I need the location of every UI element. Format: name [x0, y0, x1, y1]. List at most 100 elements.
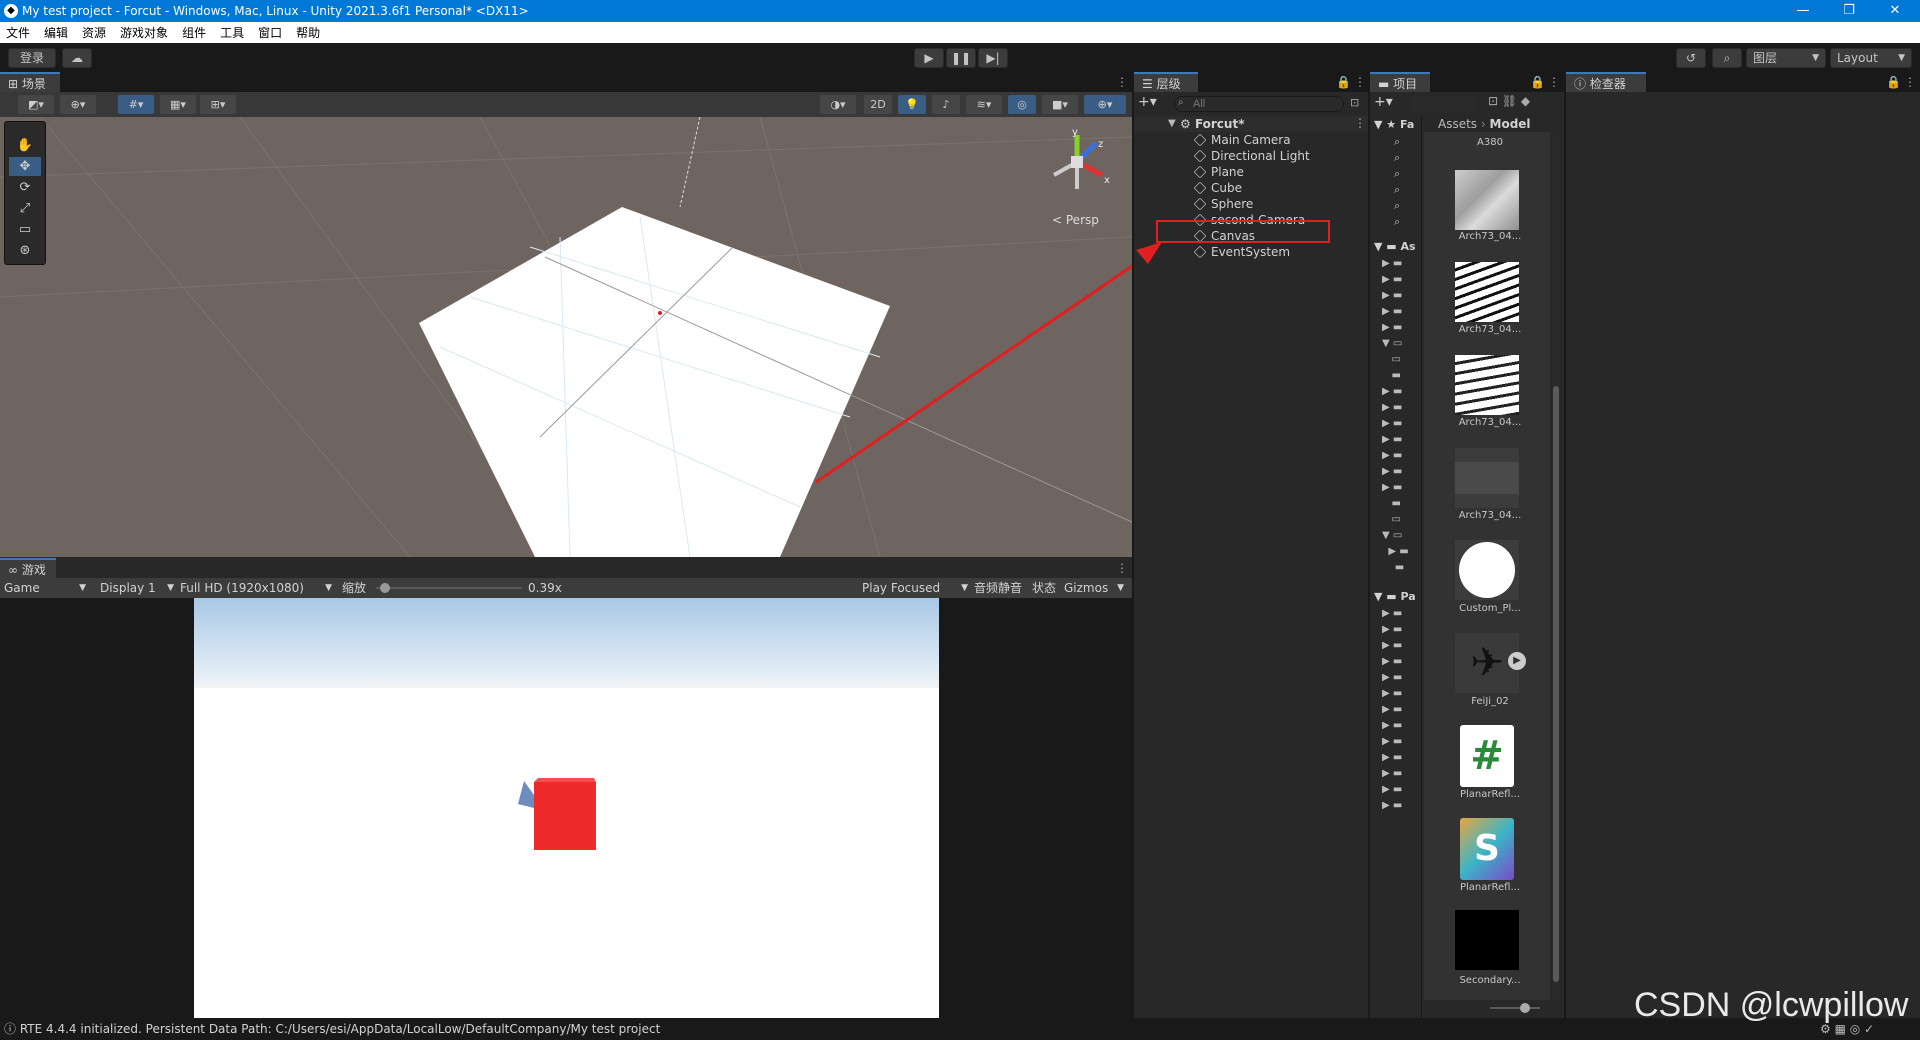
play-preview-icon[interactable]: ▶	[1508, 652, 1526, 670]
game-mode-dropdown[interactable]: Game ▼	[4, 578, 88, 598]
menu-help[interactable]: 帮助	[296, 24, 320, 41]
kebab-menu-icon[interactable]: ⋮	[1354, 116, 1366, 130]
kebab-menu-icon[interactable]: ⋮	[1548, 75, 1560, 89]
menu-component[interactable]: 组件	[182, 24, 206, 41]
asset-thumb-secondary[interactable]	[1455, 910, 1519, 970]
grid-snap-icon[interactable]: #▾	[118, 95, 154, 114]
hierarchy-item-plane[interactable]: Plane	[1193, 164, 1244, 180]
asset-thumb-custom[interactable]	[1455, 540, 1519, 600]
gizmos-icon[interactable]: ⊕▾	[1084, 95, 1126, 114]
scale-tool-icon[interactable]: ⤢	[9, 199, 41, 218]
lock-icon[interactable]: 🔒	[1530, 75, 1545, 89]
menu-gameobject[interactable]: 游戏对象	[120, 24, 168, 41]
play-focused-dropdown[interactable]: Play Focused ▼	[862, 578, 970, 598]
rect-tool-icon[interactable]: ▭	[9, 220, 41, 239]
asset-thumb-arch-4[interactable]	[1455, 448, 1519, 508]
kebab-menu-icon[interactable]: ⋮	[1904, 75, 1916, 89]
asset-label-secondary[interactable]: Secondary...	[1448, 975, 1532, 986]
gizmos-dropdown[interactable]: Gizmos ▼	[1064, 578, 1126, 598]
scrollbar-thumb[interactable]	[1553, 386, 1559, 982]
hierarchy-search-input[interactable]	[1174, 96, 1344, 112]
history-icon[interactable]: ↺	[1676, 48, 1706, 68]
increment-snap-icon[interactable]: ⊞▾	[200, 95, 236, 114]
assets-folder[interactable]: ▼ ▬ As	[1374, 240, 1416, 253]
kebab-menu-icon[interactable]: ⋮	[1116, 561, 1128, 575]
login-button[interactable]: 登录	[8, 48, 56, 68]
move-tool-icon[interactable]: ✥	[9, 157, 41, 176]
2d-toggle[interactable]: 2D	[864, 95, 892, 114]
hidden-objects-icon[interactable]: ◎	[1008, 95, 1036, 114]
hierarchy-item-cube[interactable]: Cube	[1193, 180, 1242, 196]
hierarchy-item-directional-light[interactable]: Directional Light	[1193, 148, 1310, 164]
kebab-menu-icon[interactable]: ⋮	[1354, 75, 1366, 89]
filter-icon[interactable]: ⊡ ⛓ ◆	[1488, 94, 1530, 108]
asset-label-arch-2[interactable]: Arch73_04...	[1448, 324, 1532, 335]
icon-size-slider-thumb[interactable]	[1520, 1003, 1530, 1013]
perspective-label[interactable]: < Persp	[1052, 213, 1099, 227]
packages-folder[interactable]: ▼ ▬ Pa	[1374, 590, 1416, 603]
rotate-tool-icon[interactable]: ⟳	[9, 178, 41, 197]
project-search-input[interactable]	[1410, 96, 1476, 112]
lighting-icon[interactable]: 💡	[898, 95, 926, 114]
zoom-slider-thumb[interactable]	[379, 583, 390, 593]
asset-thumb-arch-2[interactable]	[1455, 262, 1519, 322]
game-viewport[interactable]	[194, 598, 939, 1018]
add-icon[interactable]: +▾	[1374, 94, 1393, 110]
audio-icon[interactable]: ♪	[932, 95, 960, 114]
hand-tool-icon[interactable]: ✋	[9, 136, 41, 155]
effects-icon[interactable]: ≋▾	[966, 95, 1002, 114]
mute-audio-toggle[interactable]: 音频静音	[974, 578, 1022, 598]
transform-tool-icon[interactable]: ⊛	[9, 241, 41, 260]
draw-mode-icon[interactable]: ◩▾	[18, 95, 54, 114]
menu-edit[interactable]: 编辑	[44, 24, 68, 41]
asset-label-arch-1[interactable]: Arch73_04...	[1448, 231, 1532, 242]
icon-size-slider[interactable]	[1490, 1007, 1540, 1009]
csharp-script-icon[interactable]: #	[1460, 725, 1514, 787]
asset-thumb-arch-3[interactable]	[1455, 355, 1519, 415]
asset-label-planar-2[interactable]: PlanarRefl...	[1448, 882, 1532, 893]
scene-viewport[interactable]: y z x < Persp	[0, 117, 1132, 557]
cloud-icon[interactable]: ☁	[62, 48, 92, 68]
zoom-slider[interactable]	[376, 583, 522, 593]
status-message[interactable]: RTE 4.4.4 initialized. Persistent Data P…	[20, 1022, 660, 1036]
play-icon[interactable]: ▶	[914, 48, 944, 68]
kebab-menu-icon[interactable]: ⋮	[1116, 75, 1128, 89]
hierarchy-item-sphere[interactable]: Sphere	[1193, 196, 1253, 212]
menu-tools[interactable]: 工具	[220, 24, 244, 41]
minimize-icon[interactable]: —	[1780, 0, 1826, 22]
shader-icon[interactable]: S	[1460, 818, 1514, 880]
asset-label-arch-4[interactable]: Arch73_04...	[1448, 510, 1532, 521]
resolution-dropdown[interactable]: Full HD (1920x1080) ▼	[180, 578, 334, 598]
camera-icon[interactable]: ■▾	[1042, 95, 1078, 114]
breadcrumb-model[interactable]: Model	[1490, 117, 1531, 131]
breadcrumb-assets[interactable]: Assets	[1438, 117, 1477, 131]
hierarchy-item-main-camera[interactable]: Main Camera	[1193, 132, 1291, 148]
display-dropdown[interactable]: Display 1 ▼	[100, 578, 176, 598]
asset-thumb-arch-1[interactable]	[1455, 170, 1519, 230]
tab-hierarchy[interactable]: ☰ 层级	[1134, 72, 1198, 92]
tab-project[interactable]: ▬ 项目	[1370, 72, 1430, 92]
add-icon[interactable]: +▾	[1138, 94, 1157, 110]
asset-label-planar-1[interactable]: PlanarRefl...	[1448, 789, 1532, 800]
stats-toggle[interactable]: 状态	[1032, 578, 1056, 598]
layout-dropdown[interactable]: Layout ▼	[1830, 48, 1912, 68]
tab-inspector[interactable]: ⓘ 检查器	[1566, 72, 1646, 92]
asset-label-feiji[interactable]: FeiJi_02	[1448, 696, 1532, 707]
restore-icon[interactable]: ❐	[1826, 0, 1872, 22]
lock-icon[interactable]: 🔒	[1886, 75, 1901, 89]
scene-row[interactable]: ▼ ⚙ Forcut* ⋮	[1134, 116, 1368, 132]
global-icon[interactable]: ⊕▾	[60, 95, 96, 114]
menu-file[interactable]: 文件	[6, 24, 30, 41]
close-icon[interactable]: ✕	[1872, 0, 1918, 22]
menu-assets[interactable]: 资源	[82, 24, 106, 41]
chevron-down-icon[interactable]: ▼	[1168, 116, 1176, 132]
search-icon[interactable]: ⌕	[1712, 48, 1742, 68]
hierarchy-item-eventsystem[interactable]: EventSystem	[1193, 244, 1290, 260]
lock-icon[interactable]: 🔒	[1336, 75, 1351, 89]
tab-game[interactable]: ∞ 游戏	[0, 558, 56, 578]
asset-label-a380[interactable]: A380	[1448, 137, 1532, 148]
layers-dropdown[interactable]: 图层 ▼	[1746, 48, 1826, 68]
favorites-folder[interactable]: ▼ ★ Fa	[1374, 118, 1414, 131]
project-scrollbar[interactable]	[1552, 136, 1560, 1000]
asset-label-custom[interactable]: Custom_Pl...	[1448, 603, 1532, 614]
